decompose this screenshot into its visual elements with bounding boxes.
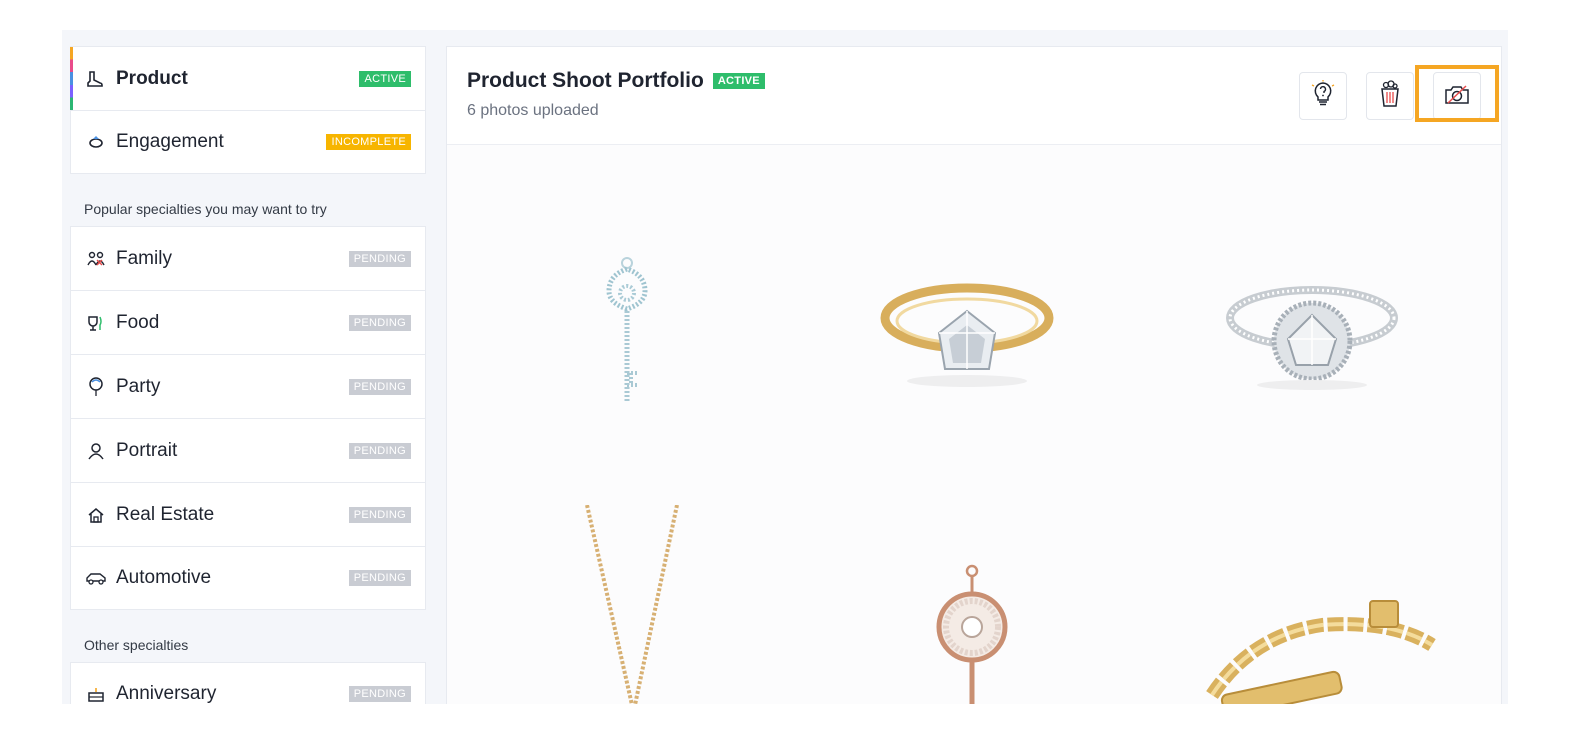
portfolio-panel: Product Shoot Portfolio ACTIVE 6 photos …	[446, 46, 1502, 704]
sidebar-item-label: Family	[116, 247, 172, 269]
sidebar-item-real-estate[interactable]: Real Estate PENDING	[70, 482, 426, 546]
app-frame: Product ACTIVE Engagement INCOMPLETE Pop…	[62, 30, 1508, 704]
status-badge: PENDING	[348, 570, 411, 586]
tips-button[interactable]	[1299, 72, 1347, 120]
delete-button[interactable]	[1366, 72, 1414, 120]
car-icon	[85, 567, 107, 589]
house-icon	[85, 504, 107, 526]
lightbulb-question-icon	[1311, 79, 1335, 113]
photo-gold-chain-bracelet[interactable]	[1202, 595, 1442, 704]
sidebar-item-label: Anniversary	[116, 683, 217, 704]
photo-key-pendant[interactable]	[587, 255, 667, 420]
sidebar-item-label: Automotive	[116, 567, 212, 588]
sidebar-item-party[interactable]: Party PENDING	[70, 354, 426, 418]
sidebar-item-label: Real Estate	[116, 503, 215, 525]
status-badge: INCOMPLETE	[326, 134, 411, 150]
status-badge: ACTIVE	[712, 73, 765, 89]
sidebar-item-food[interactable]: Food PENDING	[70, 290, 426, 354]
sidebar-item-label: Engagement	[116, 131, 224, 152]
status-badge: PENDING	[348, 442, 411, 459]
photo-gold-bead-chain[interactable]	[577, 504, 687, 704]
sidebar-item-portrait[interactable]: Portrait PENDING	[70, 418, 426, 482]
sidebar-item-product[interactable]: Product ACTIVE	[70, 46, 426, 110]
popular-specialties-heading: Popular specialties you may want to try	[84, 201, 327, 217]
food-icon	[85, 312, 107, 334]
cake-icon	[85, 683, 107, 704]
sidebar-item-anniversary[interactable]: Anniversary PENDING	[70, 662, 426, 704]
ring-icon	[85, 131, 107, 153]
other-specialties-heading: Other specialties	[84, 637, 189, 653]
sidebar-item-engagement[interactable]: Engagement INCOMPLETE	[70, 110, 426, 174]
photo-gold-solitaire-ring[interactable]	[877, 273, 1057, 398]
status-badge: PENDING	[348, 314, 411, 331]
boot-icon	[85, 68, 107, 90]
balloon-icon	[85, 376, 107, 398]
family-icon	[85, 248, 107, 270]
sidebar-item-label: Party	[116, 375, 161, 397]
photo-halo-diamond-ring[interactable]	[1222, 273, 1402, 398]
page-title: Product Shoot Portfolio	[467, 69, 704, 92]
portfolio-header: Product Shoot Portfolio ACTIVE 6 photos …	[447, 47, 1501, 145]
sidebar-item-label: Portrait	[116, 439, 178, 461]
person-icon	[85, 440, 107, 462]
sidebar-item-automotive[interactable]: Automotive PENDING	[70, 546, 426, 610]
sidebar-item-family[interactable]: Family PENDING	[70, 226, 426, 290]
highlight-frame	[1415, 65, 1499, 122]
status-badge: PENDING	[348, 506, 411, 523]
sidebar-item-label: Food	[116, 311, 160, 333]
status-badge: PENDING	[348, 378, 411, 395]
specialty-sidebar: Product ACTIVE Engagement INCOMPLETE Pop…	[70, 46, 426, 704]
photo-rose-gold-key-pendant[interactable]	[927, 563, 1017, 704]
trash-icon	[1379, 79, 1401, 113]
photo-gallery	[447, 145, 1501, 704]
status-badge: PENDING	[348, 250, 411, 267]
sidebar-item-label: Product	[116, 67, 188, 89]
status-badge: PENDING	[348, 686, 411, 702]
status-badge: ACTIVE	[359, 70, 411, 87]
